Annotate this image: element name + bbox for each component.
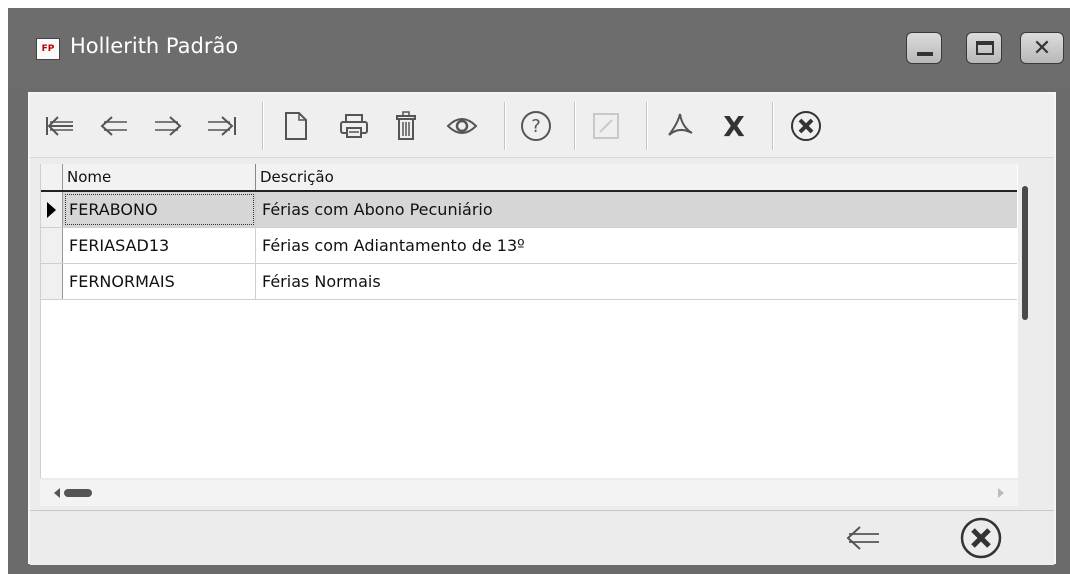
table-row[interactable]: FERABONO Férias com Abono Pecuniário <box>41 192 1017 228</box>
new-record-button[interactable] <box>274 104 318 148</box>
cell-nome[interactable]: FERNORMAIS <box>63 264 256 299</box>
cancel-button[interactable] <box>784 104 828 148</box>
minimize-button[interactable] <box>906 32 942 64</box>
edit-button[interactable] <box>584 104 628 148</box>
window-title: Hollerith Padrão <box>70 34 239 58</box>
right-arrow-icon <box>155 116 182 136</box>
toolbar-separator <box>772 102 774 150</box>
row-indicator <box>41 192 63 227</box>
cell-descricao[interactable]: Férias com Abono Pecuniário <box>256 192 1017 227</box>
back-arrow-icon <box>846 526 879 550</box>
export-excel-button[interactable]: X <box>712 104 756 148</box>
export-pdf-button[interactable] <box>658 104 702 148</box>
left-arrow-icon <box>100 116 127 136</box>
first-record-button[interactable] <box>38 104 82 148</box>
view-button[interactable] <box>440 104 484 148</box>
help-icon: ? <box>521 111 551 141</box>
horizontal-scrollbar[interactable] <box>40 480 1018 506</box>
footer-bar <box>30 510 1054 565</box>
row-indicator <box>41 228 63 263</box>
toolbar-separator <box>646 102 648 150</box>
first-arrow-icon <box>46 116 73 136</box>
toolbar-separator <box>504 102 506 150</box>
help-button[interactable]: ? <box>514 104 558 148</box>
scroll-left-icon[interactable] <box>54 488 60 498</box>
vertical-scrollbar[interactable] <box>1022 186 1028 320</box>
client-area: ? X Nome Descrição FERABONO Férias com A… <box>28 92 1056 565</box>
delete-button[interactable] <box>384 104 428 148</box>
toolbar-separator <box>262 102 264 150</box>
close-icon: ✕ <box>1032 35 1052 61</box>
records-grid: Nome Descrição FERABONO Férias com Abono… <box>40 164 1018 478</box>
cancel-icon <box>960 517 1002 559</box>
previous-record-button[interactable] <box>92 104 136 148</box>
cancel-icon <box>791 111 821 141</box>
next-record-button[interactable] <box>146 104 190 148</box>
last-arrow-icon <box>208 116 236 136</box>
column-header-nome[interactable]: Nome <box>63 164 256 190</box>
cell-descricao[interactable]: Férias Normais <box>256 264 1017 299</box>
maximize-icon <box>976 41 994 55</box>
title-bar[interactable]: FP Hollerith Padrão ✕ <box>8 8 1070 88</box>
grid-header: Nome Descrição <box>41 164 1017 192</box>
scroll-thumb[interactable] <box>64 489 92 497</box>
row-pointer-icon <box>47 202 56 218</box>
close-window-button[interactable]: ✕ <box>1020 32 1064 64</box>
eye-icon <box>446 118 478 134</box>
close-button[interactable] <box>956 515 1006 561</box>
table-row[interactable]: FERNORMAIS Férias Normais <box>41 264 1017 300</box>
excel-icon: X <box>723 109 745 143</box>
toolbar: ? X <box>30 94 1054 158</box>
app-icon: FP <box>36 38 60 60</box>
print-button[interactable] <box>332 104 376 148</box>
cell-nome[interactable]: FERABONO <box>63 192 256 227</box>
main-window: FP Hollerith Padrão ✕ ? X Nome Descrição… <box>8 8 1070 574</box>
maximize-button[interactable] <box>966 32 1002 64</box>
scroll-right-icon[interactable] <box>998 488 1004 498</box>
svg-text:?: ? <box>531 116 541 137</box>
header-indicator <box>41 164 63 190</box>
edit-icon <box>593 113 619 139</box>
pdf-icon <box>668 113 693 136</box>
cell-nome[interactable]: FERIASAD13 <box>63 228 256 263</box>
new-document-icon <box>285 112 307 140</box>
trash-icon <box>396 111 416 140</box>
back-button[interactable] <box>838 515 888 561</box>
toolbar-separator <box>574 102 576 150</box>
column-header-descricao[interactable]: Descrição <box>256 164 1017 190</box>
last-record-button[interactable] <box>200 104 244 148</box>
minimize-icon <box>917 52 933 56</box>
row-indicator <box>41 264 63 299</box>
printer-icon <box>340 114 368 138</box>
cell-descricao[interactable]: Férias com Adiantamento de 13º <box>256 228 1017 263</box>
table-row[interactable]: FERIASAD13 Férias com Adiantamento de 13… <box>41 228 1017 264</box>
